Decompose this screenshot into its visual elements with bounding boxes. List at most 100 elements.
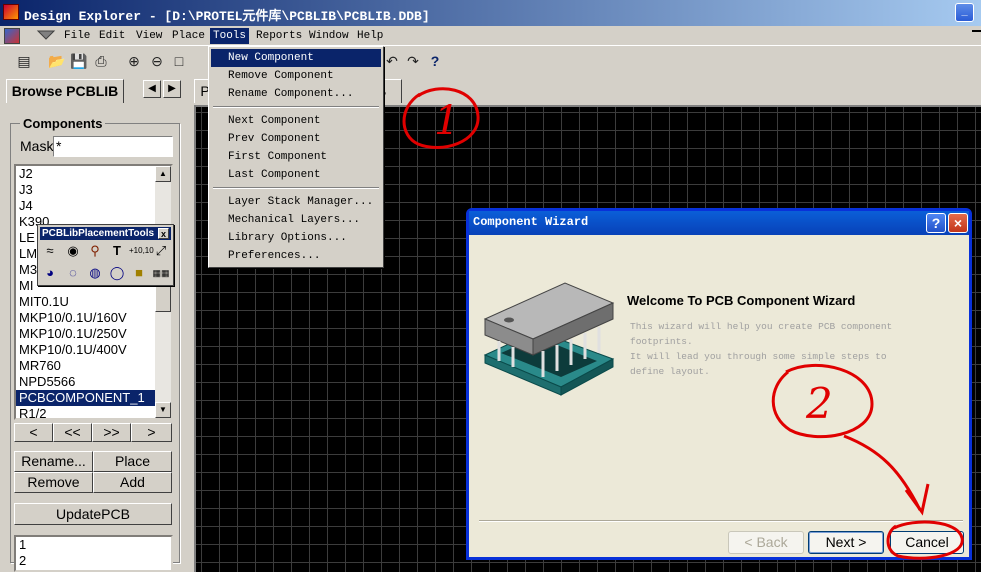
menu-item-mechanical-layers[interactable]: Mechanical Layers...	[211, 211, 381, 229]
component-wizard-dialog: Component Wizard ? × Welcome To PCB Comp…	[466, 208, 972, 560]
open-folder-icon[interactable]: 📂	[47, 51, 67, 71]
save-icon[interactable]: 💾	[69, 51, 89, 71]
arc-any-icon[interactable]: ◍	[85, 263, 105, 283]
remove-button[interactable]: Remove	[14, 472, 93, 493]
component-list-scrollbar[interactable]: ▲ ▼	[155, 166, 171, 418]
menu-item-library-options[interactable]: Library Options...	[211, 229, 381, 247]
placement-tools-palette[interactable]: PCBLibPlacementTools x ≈ ◉ ⚲ T +10,10 ⤢ …	[37, 224, 174, 286]
pins-list[interactable]: 1 2	[14, 535, 173, 572]
undo-icon[interactable]: ↶	[382, 51, 402, 71]
menu-item-new-component[interactable]: New Component	[211, 49, 381, 67]
window-title: Design Explorer - [D:\PROTEL元件库\PCBLIB\P…	[24, 9, 430, 24]
palette-close-button[interactable]: x	[158, 228, 169, 239]
palette-title[interactable]: PCBLibPlacementTools x	[40, 227, 171, 240]
menu-item-rename-component[interactable]: Rename Component...	[211, 85, 381, 103]
wizard-description: This wizard will help you create PCB com…	[630, 319, 930, 379]
add-button[interactable]: Add	[93, 472, 172, 493]
menu-item-first-component[interactable]: First Component	[211, 148, 381, 166]
list-item[interactable]: R1/2	[16, 406, 171, 418]
place-button[interactable]: Place	[93, 451, 172, 472]
menu-item-last-component[interactable]: Last Component	[211, 166, 381, 184]
menu-place[interactable]: Place	[169, 28, 208, 44]
wizard-close-button[interactable]: ×	[948, 213, 968, 233]
back-button[interactable]: < Back	[728, 531, 804, 554]
zoom-in-icon[interactable]: ⊕	[124, 51, 144, 71]
list-item[interactable]: 1	[16, 537, 171, 553]
rename-button[interactable]: Rename...	[14, 451, 93, 472]
zoom-fit-icon[interactable]: □	[169, 51, 189, 71]
next-component-button[interactable]: >	[131, 423, 172, 442]
menu-help[interactable]: Help	[354, 28, 386, 44]
list-item[interactable]: 2	[16, 553, 171, 569]
toolbar: ▤ 📂 💾 ⎙ ⊕ ⊖ □ ↶ ↷ ?	[0, 47, 981, 75]
tab-scroll-left-icon[interactable]: ◀	[143, 80, 161, 98]
components-label: Components	[20, 116, 106, 131]
menu-edit[interactable]: Edit	[96, 28, 128, 44]
scroll-up-icon[interactable]: ▲	[155, 166, 171, 182]
tab-scroll-right-icon[interactable]: ▶	[163, 80, 181, 98]
menu-reports[interactable]: Reports	[253, 28, 305, 44]
minimize-button[interactable]: _	[955, 3, 974, 22]
last-component-button[interactable]: >>	[92, 423, 131, 442]
wizard-help-button[interactable]: ?	[926, 213, 946, 233]
redo-icon[interactable]: ↷	[403, 51, 423, 71]
menu-item-preferences[interactable]: Preferences...	[211, 247, 381, 265]
mask-input[interactable]: *	[53, 136, 173, 157]
track-icon[interactable]: ≈	[40, 241, 60, 261]
menu-file[interactable]: File	[61, 28, 93, 44]
string-icon[interactable]: T	[107, 241, 127, 261]
list-item-selected[interactable]: PCBCOMPONENT_1	[16, 390, 158, 406]
menu-tools[interactable]: Tools	[210, 28, 250, 44]
dimension-icon[interactable]: ⤢	[151, 241, 171, 261]
wizard-divider	[479, 520, 963, 522]
menu-separator	[213, 187, 379, 189]
tree-view-icon[interactable]: ▤	[14, 51, 34, 71]
next-button[interactable]: Next >	[808, 531, 884, 554]
full-circle-icon[interactable]: ◯	[107, 263, 127, 283]
menu-item-remove-component[interactable]: Remove Component	[211, 67, 381, 85]
menu-bar: File Edit View Place Tools Reports Windo…	[0, 26, 981, 46]
list-item[interactable]: J4	[16, 198, 171, 214]
via-icon[interactable]: ⚲	[85, 241, 105, 261]
pad-icon[interactable]: ◉	[63, 241, 83, 261]
update-pcb-button[interactable]: UpdatePCB	[14, 503, 172, 525]
tools-dropdown-menu: New Component Remove Component Rename Co…	[208, 46, 384, 268]
fill-icon[interactable]: ■	[129, 263, 149, 283]
palette-title-text: PCBLibPlacementTools	[42, 228, 155, 239]
prev-component-button[interactable]: <	[14, 423, 53, 442]
menu-item-prev-component[interactable]: Prev Component	[211, 130, 381, 148]
zoom-out-icon[interactable]: ⊖	[147, 51, 167, 71]
ic-chip-illustration-icon	[483, 282, 615, 396]
list-item[interactable]: MKP10/0.1U/250V	[16, 326, 171, 342]
wizard-description-line: define layout.	[630, 366, 710, 377]
list-item[interactable]: J3	[16, 182, 171, 198]
document-icon[interactable]	[4, 28, 20, 44]
cancel-button[interactable]: Cancel	[890, 531, 964, 554]
component-list[interactable]: J2 J3 J4 K390 LE LM M3 MI MIT0.1U MKP10/…	[14, 164, 173, 420]
wizard-title-bar[interactable]: Component Wizard ? ×	[469, 211, 969, 235]
array-paste-icon[interactable]: ▦▦	[151, 263, 171, 283]
menu-window[interactable]: Window	[306, 28, 352, 44]
arc-center-icon[interactable]: ◕	[40, 263, 60, 283]
print-icon[interactable]: ⎙	[91, 51, 111, 71]
list-item[interactable]: MIT0.1U	[16, 294, 171, 310]
list-item[interactable]: J2	[16, 166, 171, 182]
wizard-description-line: This wizard will help you create PCB com…	[630, 321, 893, 332]
dropdown-arrow-icon[interactable]	[36, 29, 56, 41]
menu-item-next-component[interactable]: Next Component	[211, 112, 381, 130]
mdi-minimize-button[interactable]	[972, 30, 981, 32]
coordinate-icon[interactable]: +10,10	[129, 241, 154, 261]
wizard-heading: Welcome To PCB Component Wizard	[627, 293, 856, 308]
browse-panel: Browse PCBLIB ◀ ▶ Components Mask * J2 J…	[0, 75, 188, 572]
list-item[interactable]: MR760	[16, 358, 171, 374]
arc-edge-icon[interactable]: ◌	[63, 263, 83, 283]
scroll-down-icon[interactable]: ▼	[155, 402, 171, 418]
first-component-button[interactable]: <<	[53, 423, 92, 442]
menu-view[interactable]: View	[133, 28, 165, 44]
list-item[interactable]: MKP10/0.1U/160V	[16, 310, 171, 326]
list-item[interactable]: NPD5566	[16, 374, 171, 390]
browse-pcblib-tab[interactable]: Browse PCBLIB	[6, 79, 124, 103]
list-item[interactable]: MKP10/0.1U/400V	[16, 342, 171, 358]
menu-item-layer-stack-manager[interactable]: Layer Stack Manager...	[211, 193, 381, 211]
help-icon[interactable]: ?	[425, 51, 445, 71]
